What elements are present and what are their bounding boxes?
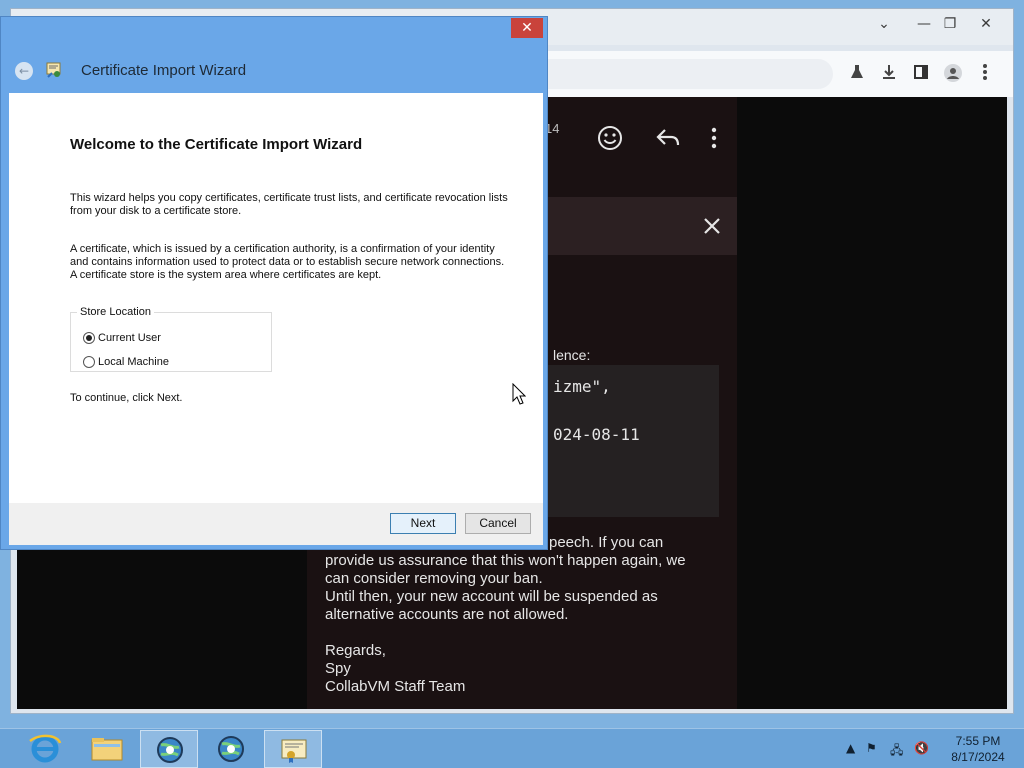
store-location-legend: Store Location — [80, 306, 151, 318]
evidence-label: lence: — [553, 347, 591, 363]
radio-current-user[interactable]: Current User — [83, 332, 161, 348]
network-icon[interactable]: 🖧 — [890, 741, 903, 762]
file-explorer-icon[interactable] — [78, 730, 136, 768]
wizard-header: ← Certificate Import Wizard — [9, 47, 543, 93]
action-center-flag-icon[interactable]: ⚑ — [866, 741, 877, 755]
browser-globe-icon-2[interactable] — [202, 730, 260, 768]
taskbar: ▲ ⚑ 🖧 🔇 7:55 PM 8/17/2024 — [0, 728, 1024, 768]
browser-globe-icon[interactable] — [140, 730, 198, 768]
continue-instruction: To continue, click Next. — [70, 392, 183, 404]
mouse-cursor-icon — [512, 382, 527, 410]
message-line — [325, 624, 725, 642]
more-options-icon[interactable] — [711, 127, 717, 153]
wizard-close-button[interactable]: ✕ — [511, 18, 543, 38]
radio-label: Current User — [98, 332, 161, 344]
message-line: Spy — [325, 660, 351, 677]
reply-icon[interactable] — [655, 127, 681, 153]
wizard-footer: Next Cancel — [9, 503, 543, 545]
wizard-title: Certificate Import Wizard — [81, 62, 247, 79]
clock-date: 8/17/2024 — [951, 750, 1005, 764]
message-line: provide us assurance that this won't hap… — [325, 552, 686, 569]
message-line: Regards, — [325, 642, 386, 659]
banner-close-icon[interactable] — [703, 215, 721, 239]
code-line: izme", — [553, 377, 611, 396]
internet-explorer-icon[interactable] — [16, 730, 74, 768]
message-line: can consider removing your ban. — [325, 570, 543, 587]
volume-muted-icon[interactable]: 🔇 — [914, 741, 929, 755]
radio-label: Local Machine — [98, 356, 169, 368]
certificate-wizard-icon — [45, 60, 63, 80]
system-clock[interactable]: 7:55 PM 8/17/2024 — [938, 733, 1018, 765]
certificate-icon[interactable] — [264, 730, 322, 768]
next-button[interactable]: Next — [390, 513, 456, 534]
certificate-import-wizard-dialog: ✕ ← Certificate Import Wizard Welcome to… — [0, 16, 548, 550]
back-arrow-icon[interactable]: ← — [15, 62, 33, 80]
tray-overflow-chevron-icon[interactable]: ▲ — [846, 741, 855, 755]
flask-icon[interactable] — [845, 63, 869, 87]
sidebar-icon[interactable] — [909, 63, 933, 87]
tab-dropdown-icon[interactable]: ⌄ — [871, 15, 897, 33]
store-location-group: Store Location Current User Local Machin… — [70, 306, 272, 372]
maximize-button[interactable]: ❐ — [937, 15, 963, 33]
message-line: Until then, your new account will be sus… — [325, 588, 658, 605]
wizard-intro-text: This wizard helps you copy certificates,… — [70, 192, 508, 217]
download-icon[interactable] — [877, 63, 901, 87]
radio-local-machine[interactable]: Local Machine — [83, 356, 169, 372]
emoji-icon[interactable] — [597, 125, 623, 155]
cancel-button[interactable]: Cancel — [465, 513, 531, 534]
browser-close-button[interactable]: ✕ — [973, 15, 999, 33]
minimize-button[interactable]: — — [911, 15, 937, 33]
menu-icon[interactable] — [973, 63, 997, 87]
message-line: alternative accounts are not allowed. — [325, 606, 569, 623]
code-line: 024-08-11 — [553, 425, 640, 444]
message-line: CollabVM Staff Team — [325, 678, 466, 695]
radio-selected-icon[interactable] — [83, 332, 95, 345]
wizard-explain-text: A certificate, which is issued by a cert… — [70, 243, 505, 281]
wizard-heading: Welcome to the Certificate Import Wizard — [70, 136, 363, 153]
message-body: peech. If you can provide us assurance t… — [325, 534, 725, 696]
radio-unselected-icon[interactable] — [83, 356, 95, 369]
wizard-content: Welcome to the Certificate Import Wizard… — [9, 93, 543, 503]
clock-time: 7:55 PM — [955, 734, 1001, 748]
profile-icon[interactable] — [941, 63, 965, 87]
